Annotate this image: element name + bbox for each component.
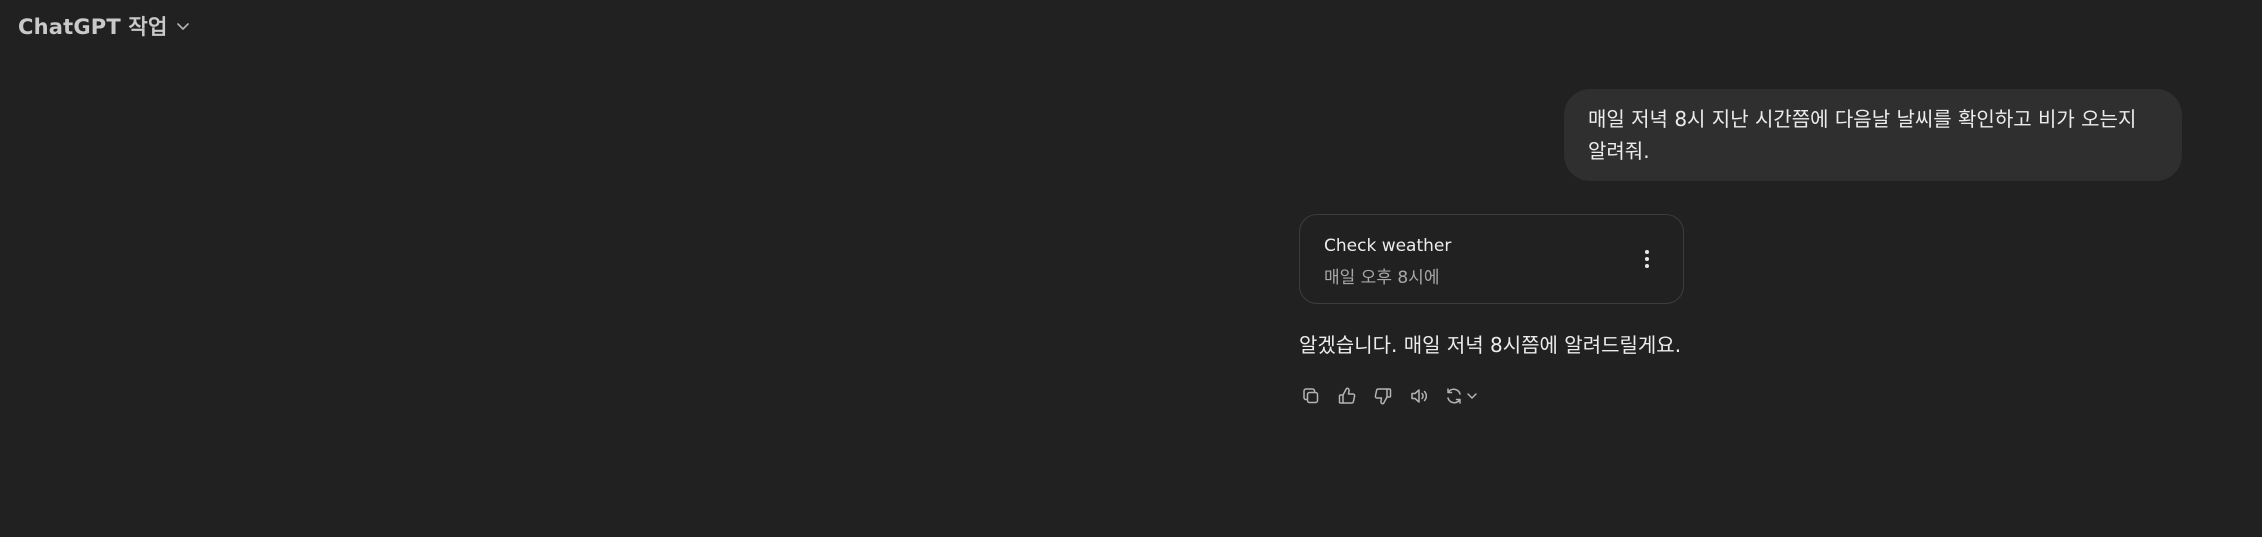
copy-icon: [1301, 386, 1321, 406]
speaker-icon: [1409, 386, 1429, 406]
refresh-icon: [1444, 386, 1464, 406]
page-title: ChatGPT 작업: [18, 15, 168, 39]
task-menu-button[interactable]: [1635, 245, 1659, 273]
thumbs-down-button[interactable]: [1371, 384, 1395, 408]
task-title: Check weather: [1324, 236, 1452, 256]
message-actions: [1299, 382, 1479, 410]
copy-button[interactable]: [1299, 384, 1323, 408]
thumbs-up-icon: [1337, 386, 1357, 406]
assistant-message: 알겠습니다. 매일 저녁 8시쯤에 알려드릴게요.: [1299, 333, 1682, 357]
task-schedule: 매일 오후 8시에: [1324, 268, 1440, 288]
chevron-down-icon: [175, 18, 191, 34]
chevron-down-icon: [1466, 390, 1478, 402]
regenerate-button[interactable]: [1443, 384, 1479, 408]
read-aloud-button[interactable]: [1407, 384, 1431, 408]
more-vertical-icon: [1644, 249, 1650, 269]
user-message-text: 매일 저녁 8시 지난 시간쯤에 다음날 날씨를 확인하고 비가 오는지 알려줘…: [1588, 107, 2137, 163]
user-message-bubble: 매일 저녁 8시 지난 시간쯤에 다음날 날씨를 확인하고 비가 오는지 알려줘…: [1564, 89, 2182, 181]
thumbs-down-icon: [1373, 386, 1393, 406]
task-card[interactable]: Check weather 매일 오후 8시에: [1299, 214, 1684, 304]
thumbs-up-button[interactable]: [1335, 384, 1359, 408]
model-selector[interactable]: ChatGPT 작업: [18, 10, 191, 42]
